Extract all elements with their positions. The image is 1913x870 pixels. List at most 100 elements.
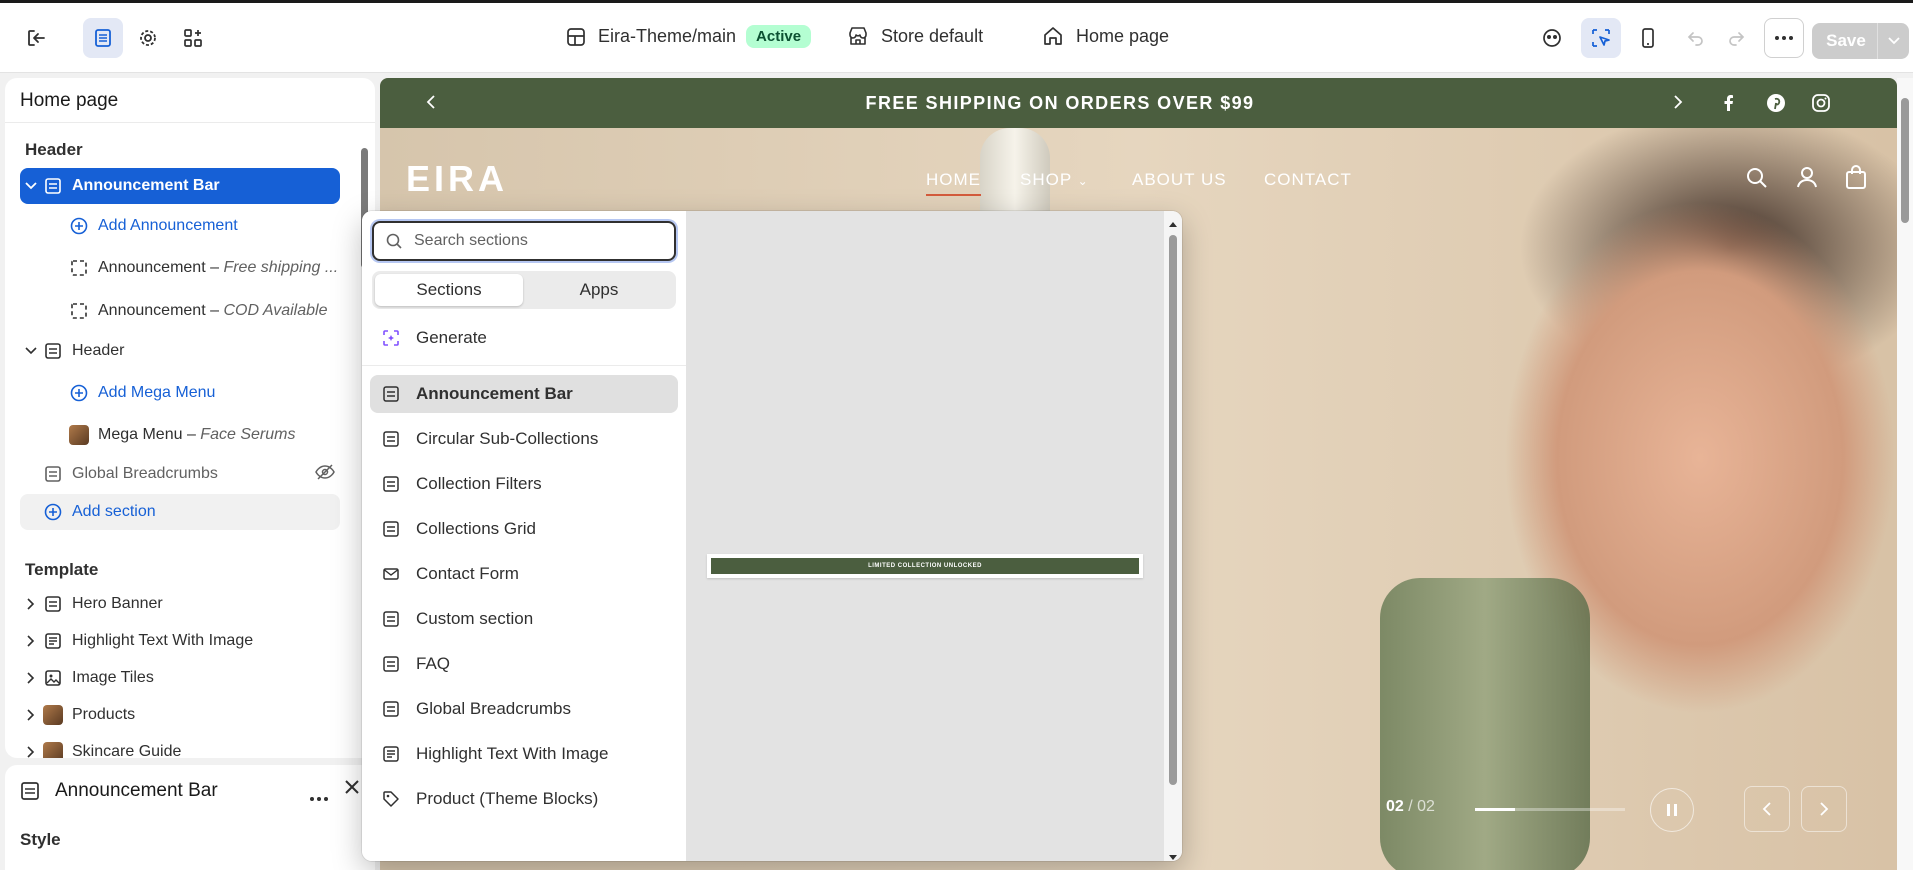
slide-total: 02 xyxy=(1417,798,1435,815)
sidebar-item-hero-banner[interactable]: Hero Banner xyxy=(20,586,340,622)
save-options-chevron-icon[interactable] xyxy=(1877,23,1909,59)
more-actions-icon[interactable] xyxy=(1764,18,1804,58)
nav-link-contact[interactable]: CONTACT xyxy=(1264,170,1352,190)
section-option-product-theme-blocks[interactable]: Product (Theme Blocks) xyxy=(370,780,678,818)
section-option-announcement-bar[interactable]: Announcement Bar xyxy=(370,375,678,413)
search-field[interactable] xyxy=(372,221,676,261)
settings-gear-icon[interactable] xyxy=(128,18,168,58)
layout-icon xyxy=(567,27,585,46)
apps-icon[interactable] xyxy=(173,18,213,58)
section-option-collection-filters[interactable]: Collection Filters xyxy=(370,465,678,503)
add-announcement-button[interactable]: Add Announcement xyxy=(20,208,340,244)
add-section-button[interactable]: Add section xyxy=(20,494,340,530)
sidebar-item-image-tiles[interactable]: Image Tiles xyxy=(20,660,340,696)
preview-scrollbar[interactable] xyxy=(1897,78,1913,870)
tab-apps[interactable]: Apps xyxy=(525,274,673,306)
sidebar-item-products[interactable]: Products xyxy=(20,697,340,733)
picker-list-pane: Sections Apps Generate Announcement Bar … xyxy=(362,211,686,861)
section-option-label: Announcement Bar xyxy=(416,384,573,403)
block-announcement-1[interactable]: Announcement – Free shipping ... xyxy=(20,250,340,286)
store-logo[interactable]: EIRA xyxy=(406,158,508,200)
section-tree-sidebar: Home page Header Announcement Bar Add An… xyxy=(5,78,375,758)
more-options-icon[interactable] xyxy=(309,789,329,807)
sidebar-item-label: Announcement Bar xyxy=(72,177,220,194)
chevron-right-icon[interactable] xyxy=(20,746,42,758)
sidebar-item-label: Skincare Guide xyxy=(72,743,182,758)
generate-label: Generate xyxy=(416,328,487,347)
preview-inspector-icon[interactable] xyxy=(1532,18,1572,58)
facebook-icon[interactable] xyxy=(1720,94,1738,117)
sidebar-item-label: Global Breadcrumbs xyxy=(72,465,218,482)
section-option-circular-sub-collections[interactable]: Circular Sub-Collections xyxy=(370,420,678,458)
section-icon xyxy=(380,475,402,493)
image-thumbnail-icon xyxy=(68,424,90,446)
theme-selector[interactable]: Eira-Theme/main Active xyxy=(566,25,812,48)
generate-button[interactable]: Generate xyxy=(370,319,678,357)
nav-link-about[interactable]: ABOUT US xyxy=(1132,170,1227,190)
chevron-right-icon[interactable] xyxy=(20,709,42,721)
search-icon[interactable] xyxy=(1745,166,1769,195)
next-slide-button[interactable] xyxy=(1801,786,1847,832)
save-button[interactable]: Save xyxy=(1812,23,1880,59)
search-sections-input[interactable] xyxy=(414,232,654,250)
group-template-label: Template xyxy=(25,560,99,579)
close-icon[interactable] xyxy=(343,776,361,802)
section-icon xyxy=(380,700,402,718)
chevron-right-icon[interactable] xyxy=(20,598,42,610)
hidden-eye-slash-icon[interactable] xyxy=(315,463,335,485)
image-thumbnail-icon xyxy=(42,704,64,726)
scroll-up-icon[interactable] xyxy=(1168,215,1178,233)
chevron-down-icon[interactable] xyxy=(20,347,42,355)
page-selector[interactable]: Home page xyxy=(1042,25,1169,47)
sidebar-item-header[interactable]: Header xyxy=(20,333,340,369)
sections-view-icon[interactable] xyxy=(83,18,123,58)
chevron-right-icon xyxy=(1820,802,1829,816)
chevron-right-icon[interactable] xyxy=(20,635,42,647)
account-icon[interactable] xyxy=(1795,165,1819,194)
mobile-view-icon[interactable] xyxy=(1628,18,1668,58)
section-icon xyxy=(380,520,402,538)
add-mega-menu-button[interactable]: Add Mega Menu xyxy=(20,375,340,411)
select-element-icon[interactable] xyxy=(1581,18,1621,58)
section-option-global-breadcrumbs[interactable]: Global Breadcrumbs xyxy=(370,690,678,728)
section-option-custom-section[interactable]: Custom section xyxy=(370,600,678,638)
scroll-down-icon[interactable] xyxy=(1168,849,1178,861)
section-option-highlight-text[interactable]: Highlight Text With Image xyxy=(370,735,678,773)
block-announcement-2[interactable]: Announcement – COD Available xyxy=(20,293,340,329)
chevron-down-icon[interactable] xyxy=(20,182,42,190)
section-option-contact-form[interactable]: Contact Form xyxy=(370,555,678,593)
section-option-label: Product (Theme Blocks) xyxy=(416,789,599,808)
product-bottle-image xyxy=(1380,578,1590,870)
tab-sections[interactable]: Sections xyxy=(375,274,523,306)
sidebar-item-global-breadcrumbs[interactable]: Global Breadcrumbs xyxy=(20,456,340,492)
chevron-right-icon[interactable] xyxy=(1673,95,1683,114)
nav-link-shop[interactable]: SHOP ⌄ xyxy=(1020,170,1089,190)
cart-bag-icon[interactable] xyxy=(1844,164,1868,195)
store-selector[interactable]: Store default xyxy=(847,25,983,47)
announcement-text: FREE SHIPPING ON ORDERS OVER $99 xyxy=(865,93,1255,113)
section-option-collections-grid[interactable]: Collections Grid xyxy=(370,510,678,548)
block-mega-menu[interactable]: Mega Menu – Face Serums xyxy=(20,417,340,453)
picker-scrollbar[interactable] xyxy=(1164,211,1182,861)
tag-icon xyxy=(380,790,402,808)
sidebar-item-highlight-text[interactable]: Highlight Text With Image xyxy=(20,623,340,659)
group-header-label: Header xyxy=(25,140,83,159)
prev-slide-button[interactable] xyxy=(1744,786,1790,832)
redo-icon[interactable] xyxy=(1716,18,1756,58)
exit-icon[interactable] xyxy=(16,18,56,58)
nav-link-home[interactable]: HOME xyxy=(926,170,981,196)
sidebar-item-skincare-guide[interactable]: Skincare Guide xyxy=(20,734,340,758)
status-badge: Active xyxy=(746,25,812,48)
section-option-faq[interactable]: FAQ xyxy=(370,645,678,683)
sidebar-item-announcement-bar[interactable]: Announcement Bar xyxy=(20,168,340,204)
pinterest-icon[interactable] xyxy=(1766,93,1786,118)
undo-icon[interactable] xyxy=(1676,18,1716,58)
chevron-right-icon[interactable] xyxy=(20,672,42,684)
section-option-label: Highlight Text With Image xyxy=(416,744,609,763)
slide-counter: 02 / 02 xyxy=(1386,798,1435,816)
pause-button[interactable] xyxy=(1650,788,1694,832)
announcement-bar[interactable]: FREE SHIPPING ON ORDERS OVER $99 xyxy=(380,78,1897,128)
instagram-icon[interactable] xyxy=(1811,93,1831,118)
slide-progress-fill xyxy=(1475,808,1515,811)
sidebar-item-label: Image Tiles xyxy=(72,669,154,686)
